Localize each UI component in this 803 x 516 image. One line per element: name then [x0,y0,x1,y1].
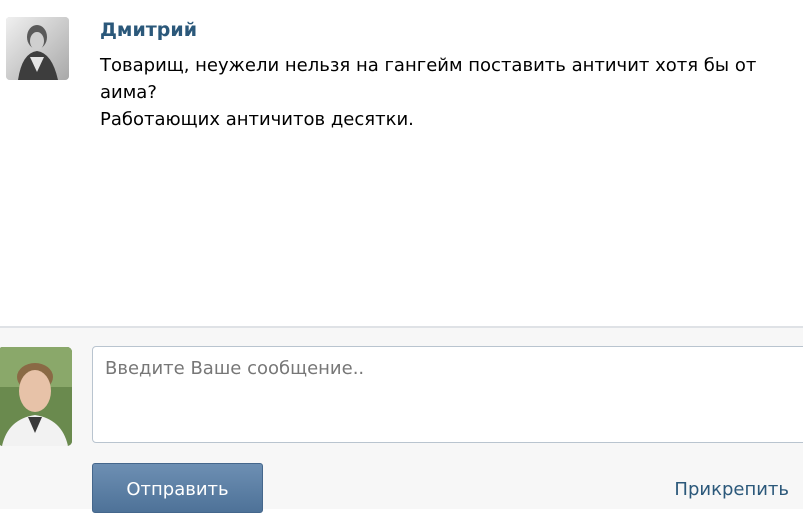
current-user-photo [0,347,72,446]
message-line: Работающих античитов десятки. [100,109,414,130]
sender-avatar[interactable] [6,17,69,80]
sender-photo [6,17,69,80]
send-button[interactable]: Отправить [92,463,263,513]
message-text: Товарищ, неужели нельзя на гангейм поста… [100,52,800,133]
author-name[interactable]: Дмитрий [100,19,197,41]
message-item: Дмитрий Товарищ, неужели нельзя на ганге… [0,0,803,326]
message-input[interactable]: Введите Ваше сообщение.. [92,346,803,443]
attach-link[interactable]: Прикрепить [674,479,789,500]
current-user-avatar[interactable] [0,347,72,446]
message-line: аима? [100,82,157,103]
message-line: Товарищ, неужели нельзя на гангейм поста… [100,55,757,76]
reply-composer: Введите Ваше сообщение.. Отправить Прикр… [0,326,803,513]
